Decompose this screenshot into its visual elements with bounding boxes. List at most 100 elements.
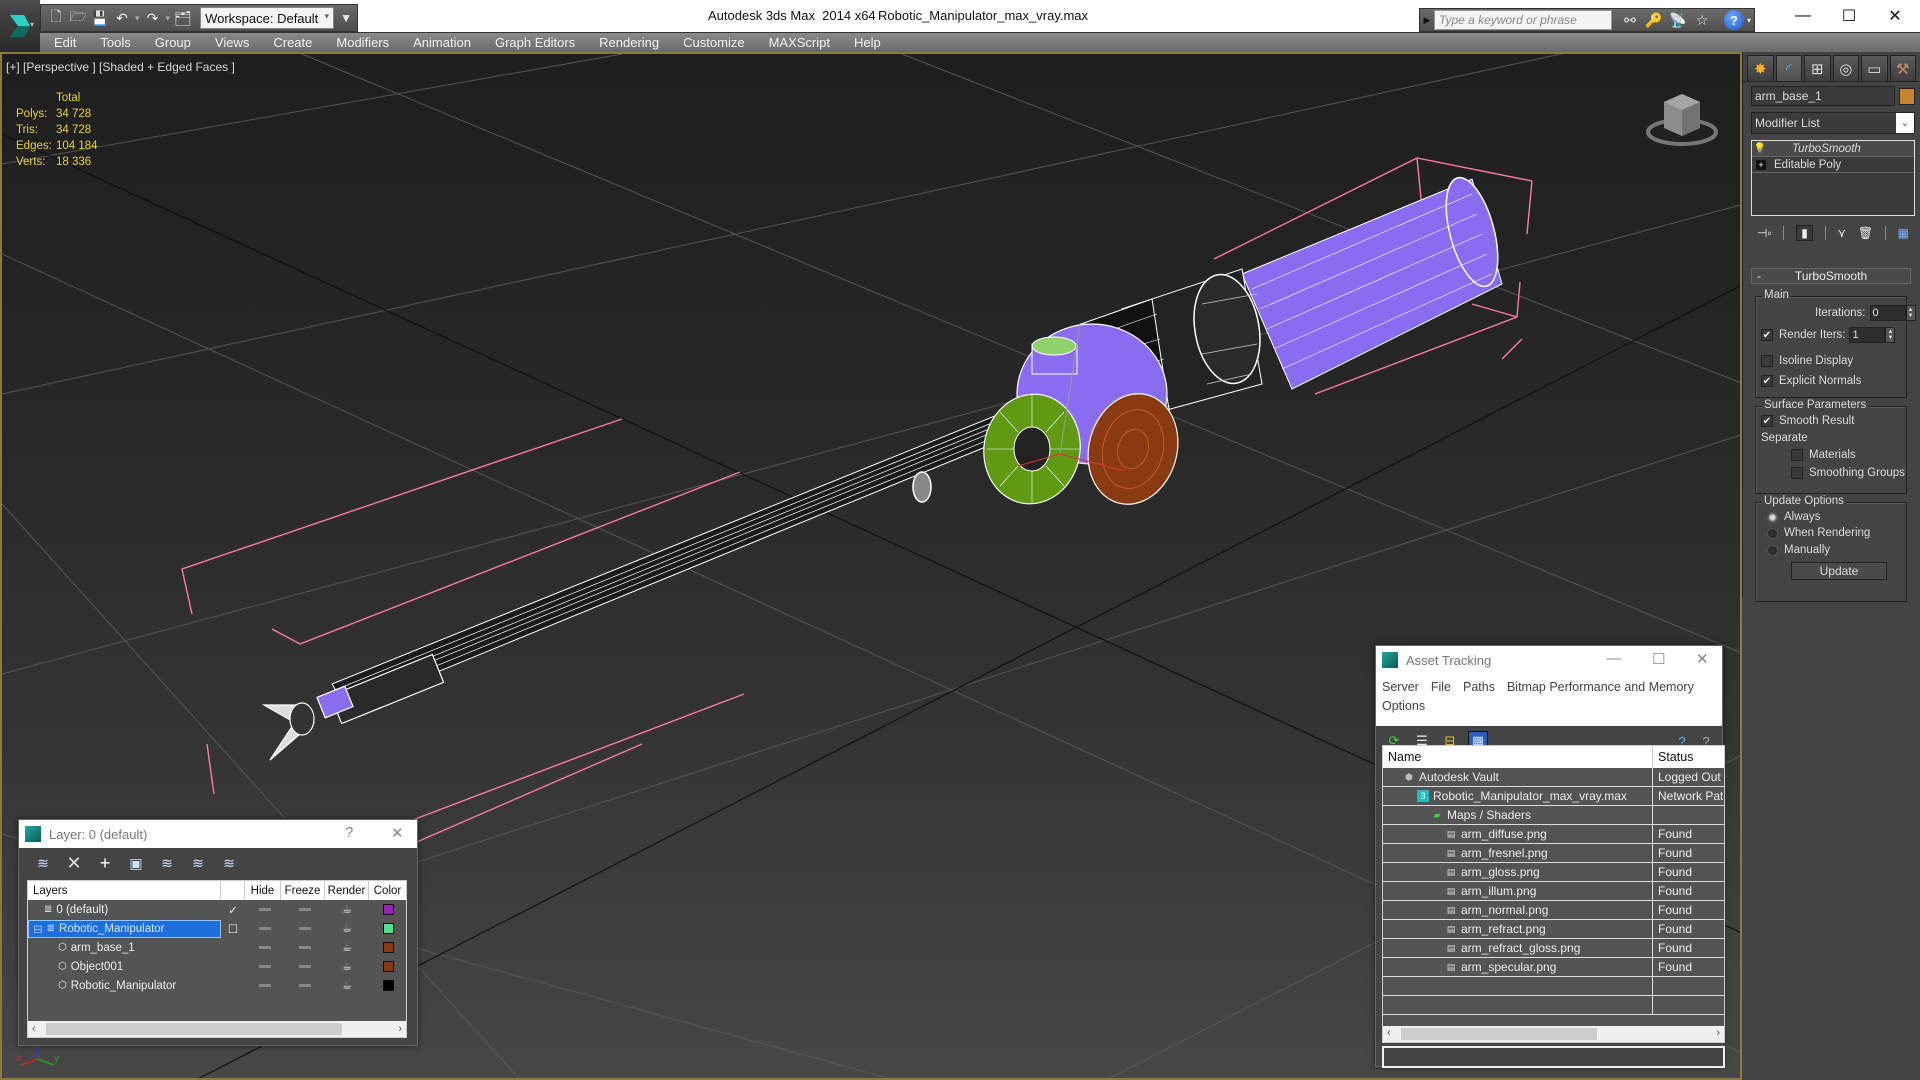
viewcube[interactable] — [1642, 84, 1722, 154]
workspace-dropdown[interactable]: Workspace: Default ▾ — [200, 7, 335, 29]
col-layers[interactable]: Layers — [28, 881, 221, 900]
layer-row[interactable]: ⬡ Robotic_Manipulator ☕ — [28, 976, 406, 995]
make-unique-icon[interactable]: ⋎ — [1837, 226, 1846, 240]
menu-graph-editors[interactable]: Graph Editors — [483, 35, 587, 50]
show-end-result-icon[interactable]: ▮ — [1796, 225, 1813, 241]
hide-toggle[interactable] — [245, 965, 285, 968]
current-layer-toggle[interactable]: ✓ — [221, 903, 245, 917]
collapse-icon[interactable]: ⊟ — [33, 922, 43, 936]
utilities-tab[interactable]: ⚒ — [1889, 55, 1916, 81]
asset-row[interactable]: ▤ arm_specular.png Found — [1383, 957, 1724, 977]
layer-row[interactable]: ⬡ arm_base_1 ☕ — [28, 938, 406, 957]
asset-row[interactable]: ▤ arm_refract_gloss.png Found — [1383, 938, 1724, 958]
menu-tools[interactable]: Tools — [88, 35, 142, 50]
hierarchy-tab[interactable]: ⊞ — [1804, 55, 1831, 81]
viewport-label[interactable]: [+] [Perspective ] [Shaded + Edged Faces… — [6, 60, 235, 74]
minimize-button[interactable]: — — [1780, 4, 1826, 28]
render-iters-checkbox[interactable]: ✔ — [1761, 329, 1773, 341]
open-icon[interactable]: 🗁 — [69, 8, 87, 27]
render-iters-spinner[interactable]: 1 — [1849, 327, 1886, 343]
asset-row[interactable]: ▤ arm_gloss.png Found — [1383, 862, 1724, 882]
hide-toggle[interactable] — [245, 908, 285, 911]
layer-name-cell[interactable]: ⊟ ≣ Robotic_Manipulator — [28, 919, 221, 938]
layer-row[interactable]: ≣ 0 (default) ✓ ☕ — [28, 900, 406, 919]
add-to-layer-icon[interactable]: + — [95, 853, 115, 873]
smooth-result-checkbox[interactable]: ✔ — [1761, 415, 1773, 427]
asset-row[interactable]: ▤ arm_normal.png Found — [1383, 900, 1724, 920]
object-name-field[interactable]: arm_base_1 — [1751, 86, 1895, 106]
lightbulb-icon[interactable]: 💡 — [1752, 143, 1768, 154]
asset-row[interactable]: ⬢ Autodesk Vault Logged Out — [1383, 767, 1724, 787]
scroll-right-icon[interactable]: › — [1716, 1027, 1720, 1039]
stack-item-turbosmooth[interactable]: 💡 TurboSmooth — [1752, 141, 1914, 157]
scroll-thumb[interactable] — [1401, 1028, 1597, 1040]
layer-name-cell[interactable]: ⬡ arm_base_1 — [28, 939, 221, 957]
configure-modifier-sets-icon[interactable]: ▦ — [1898, 226, 1909, 240]
layer-name-cell[interactable]: ⬡ Object001 — [28, 958, 221, 976]
explicit-normals-checkbox[interactable]: ✔ — [1761, 375, 1773, 387]
maximize-button[interactable]: ☐ — [1652, 650, 1665, 668]
col-render[interactable]: Render — [325, 881, 369, 900]
redo-icon[interactable]: ↷ — [144, 9, 162, 27]
help-dropdown-icon[interactable]: ▾ — [1744, 10, 1754, 30]
render-teapot-icon[interactable]: ☕ — [325, 941, 369, 954]
help-button[interactable]: ? — [345, 824, 353, 841]
close-button[interactable]: ✕ — [391, 824, 404, 842]
col-current[interactable] — [221, 881, 245, 900]
modify-tab[interactable]: ◜ — [1775, 55, 1802, 81]
menu-modifiers[interactable]: Modifiers — [324, 35, 401, 50]
hide-all-layers-icon[interactable]: ≋ — [188, 854, 208, 872]
menu-create[interactable]: Create — [261, 35, 324, 50]
menu-group[interactable]: Group — [143, 35, 203, 50]
motion-tab[interactable]: ◎ — [1832, 55, 1859, 81]
menu-edit[interactable]: Edit — [40, 35, 88, 50]
binoculars-icon[interactable]: ⚯ — [1618, 10, 1642, 30]
asset-menu-bitmap[interactable]: Bitmap Performance and Memory — [1507, 678, 1694, 697]
expand-search-icon[interactable]: ▶ — [1420, 15, 1434, 26]
redo-dropdown-icon[interactable]: ▾ — [166, 13, 171, 24]
materials-checkbox[interactable] — [1791, 449, 1803, 461]
undo-dropdown-icon[interactable]: ▾ — [135, 13, 140, 24]
close-button[interactable]: ✕ — [1696, 650, 1709, 668]
undo-icon[interactable]: ↶ — [113, 9, 131, 27]
create-layer-icon[interactable]: ≋ — [33, 854, 53, 872]
menu-help[interactable]: Help — [842, 35, 893, 50]
asset-row[interactable]: ▤ arm_diffuse.png Found — [1383, 824, 1724, 844]
pin-stack-icon[interactable]: ⊣▫ — [1757, 226, 1772, 240]
freeze-toggle[interactable] — [285, 946, 325, 949]
col-status[interactable]: Status — [1653, 746, 1724, 768]
asset-row[interactable]: ▤ arm_refract.png Found — [1383, 919, 1724, 939]
key-icon[interactable]: 🔑 — [1642, 10, 1666, 30]
col-hide[interactable]: Hide — [245, 881, 281, 900]
layer-row[interactable]: ⊟ ≣ Robotic_Manipulator ☐ ☕ — [28, 919, 406, 938]
layer-color-swatch[interactable] — [383, 942, 394, 953]
layer-color-swatch[interactable] — [383, 923, 394, 934]
select-objects-icon[interactable]: ▣ — [126, 854, 146, 872]
layer-name-cell[interactable]: ≣ 0 (default) — [28, 901, 221, 919]
update-button[interactable]: Update — [1791, 562, 1887, 580]
customize-qat-icon[interactable]: ▼ — [340, 11, 352, 25]
remove-modifier-icon[interactable]: 🗑 — [1858, 226, 1873, 240]
asset-menu-file[interactable]: File — [1431, 678, 1451, 697]
asset-row[interactable]: ▤ arm_illum.png Found — [1383, 881, 1724, 901]
asset-row[interactable]: 3 Robotic_Manipulator_max_vray.max Network… — [1383, 786, 1724, 806]
freeze-toggle[interactable] — [285, 927, 325, 930]
menu-customize[interactable]: Customize — [671, 35, 756, 50]
expand-icon[interactable]: + — [1756, 159, 1766, 170]
render-teapot-icon[interactable]: ☕ — [325, 922, 369, 935]
manually-radio[interactable] — [1767, 544, 1778, 556]
maximize-button[interactable]: ☐ — [1826, 4, 1872, 28]
col-color[interactable]: Color — [369, 881, 406, 900]
freeze-toggle[interactable] — [285, 965, 325, 968]
layer-color-swatch[interactable] — [383, 961, 394, 972]
hide-toggle[interactable] — [245, 984, 285, 987]
minimize-button[interactable]: — — [1606, 650, 1621, 667]
iterations-spinner[interactable]: 0 — [1869, 305, 1906, 321]
app-menu-button[interactable]: ▾ — [0, 0, 40, 52]
freeze-toggle[interactable] — [285, 984, 325, 987]
create-tab[interactable]: ✸ — [1747, 55, 1774, 81]
menu-maxscript[interactable]: MAXScript — [757, 35, 842, 50]
layer-horizontal-scrollbar[interactable]: ‹ › — [28, 1021, 406, 1037]
select-layer-icon[interactable]: ≋ — [157, 854, 177, 872]
spinner-arrows-icon[interactable]: ▲ ▼ — [1885, 327, 1896, 343]
